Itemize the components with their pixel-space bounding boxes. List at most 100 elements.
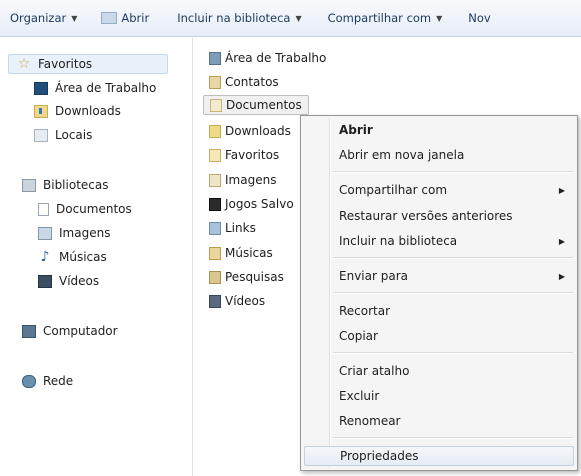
nav-item-images[interactable]: Imagens	[38, 223, 110, 243]
menu-separator	[333, 352, 573, 354]
open-label: Abrir	[121, 11, 150, 25]
nav-item-label: Vídeos	[59, 274, 100, 288]
downloads-icon	[34, 104, 48, 118]
menu-item-label: Copiar	[339, 329, 378, 343]
open-button[interactable]: Abrir	[95, 6, 155, 30]
chevron-down-icon: ▼	[295, 13, 302, 23]
menu-item-send-to[interactable]: Enviar para ▶	[339, 266, 569, 286]
list-item[interactable]: Músicas	[203, 243, 273, 263]
menu-separator	[333, 171, 573, 173]
menu-item-open-new-window[interactable]: Abrir em nova janela	[339, 145, 569, 165]
menu-separator	[333, 257, 573, 259]
menu-separator	[333, 292, 573, 294]
file-name: Downloads	[225, 124, 291, 138]
file-name: Área de Trabalho	[225, 51, 327, 65]
include-library-button[interactable]: Incluir na biblioteca ▼	[171, 6, 307, 30]
nav-network[interactable]: Rede	[22, 371, 73, 391]
chevron-down-icon: ▼	[71, 13, 78, 23]
command-bar: Organizar ▼ Abrir Incluir na biblioteca …	[0, 0, 581, 37]
new-folder-button[interactable]: Nov	[462, 6, 496, 30]
organize-label: Organizar	[10, 11, 67, 25]
list-item[interactable]: Pesquisas	[203, 267, 284, 287]
computer-icon	[22, 324, 36, 338]
menu-item-open[interactable]: Abrir	[339, 120, 569, 140]
videos-folder-icon	[209, 294, 221, 308]
music-folder-icon	[209, 246, 221, 260]
file-name: Contatos	[225, 75, 279, 89]
nav-computer-label: Computador	[43, 324, 118, 338]
nav-item-places[interactable]: Locais	[34, 125, 92, 145]
include-library-label: Incluir na biblioteca	[177, 11, 291, 25]
file-name: Imagens	[225, 173, 277, 187]
menu-item-label: Abrir em nova janela	[339, 148, 465, 162]
menu-separator	[333, 437, 573, 439]
nav-favorites[interactable]: ☆ Favoritos	[8, 54, 168, 74]
searches-folder-icon	[209, 270, 221, 284]
menu-item-label: Recortar	[339, 304, 391, 318]
libraries-icon	[22, 178, 36, 192]
nav-item-documents[interactable]: Documentos	[38, 199, 132, 219]
list-item[interactable]: Contatos	[203, 72, 279, 92]
chevron-down-icon: ▼	[436, 13, 443, 23]
menu-item-share-with[interactable]: Compartilhar com ▶	[339, 180, 569, 200]
menu-item-include-library[interactable]: Incluir na biblioteca ▶	[339, 231, 569, 251]
share-with-button[interactable]: Compartilhar com ▼	[322, 6, 449, 30]
nav-libraries[interactable]: Bibliotecas	[22, 175, 108, 195]
open-folder-icon	[101, 12, 118, 24]
list-item[interactable]: Área de Trabalho	[203, 48, 326, 68]
list-item[interactable]: Favoritos	[203, 145, 279, 165]
new-folder-label: Nov	[468, 11, 491, 25]
chevron-right-icon: ▶	[558, 185, 565, 195]
menu-item-rename[interactable]: Renomear	[339, 411, 569, 431]
links-folder-icon	[209, 221, 221, 235]
video-icon	[38, 274, 52, 288]
nav-libraries-label: Bibliotecas	[43, 178, 109, 192]
nav-item-music[interactable]: ♪ Músicas	[38, 247, 107, 267]
chevron-right-icon: ▶	[558, 271, 565, 281]
menu-item-label: Propriedades	[340, 449, 419, 463]
music-note-icon: ♪	[40, 248, 50, 265]
nav-item-label: Músicas	[59, 250, 107, 264]
star-icon: ☆	[17, 55, 31, 72]
pictures-folder-icon	[209, 173, 221, 187]
nav-item-label: Downloads	[55, 104, 121, 118]
downloads-folder-icon	[209, 124, 221, 138]
menu-item-label: Compartilhar com	[339, 183, 448, 197]
list-item-selected[interactable]: Documentos	[203, 95, 309, 115]
menu-item-cut[interactable]: Recortar	[339, 301, 569, 321]
favorites-folder-icon	[209, 148, 221, 162]
menu-item-label: Excluir	[339, 389, 380, 403]
menu-item-properties[interactable]: Propriedades	[304, 446, 574, 466]
list-item[interactable]: Imagens	[203, 170, 276, 190]
nav-network-label: Rede	[43, 374, 74, 388]
saved-games-folder-icon	[209, 197, 221, 211]
context-menu: Abrir Abrir em nova janela Compartilhar …	[300, 115, 578, 471]
organize-button[interactable]: Organizar ▼	[4, 6, 83, 30]
recent-places-icon	[34, 128, 48, 142]
pictures-icon	[38, 226, 52, 240]
list-item[interactable]: Vídeos	[203, 291, 265, 311]
file-name: Links	[225, 221, 256, 235]
nav-computer[interactable]: Computador	[22, 321, 118, 341]
nav-item-downloads[interactable]: Downloads	[34, 101, 121, 121]
nav-item-desktop[interactable]: Área de Trabalho	[34, 78, 156, 98]
menu-item-label: Restaurar versões anteriores	[339, 209, 513, 223]
list-item[interactable]: Jogos Salvo	[203, 194, 294, 214]
network-icon	[22, 374, 36, 388]
desktop-folder-icon	[209, 51, 221, 65]
navigation-pane: ☆ Favoritos Área de Trabalho Downloads L…	[0, 38, 193, 476]
menu-item-label: Enviar para	[339, 269, 408, 283]
menu-item-delete[interactable]: Excluir	[339, 386, 569, 406]
list-item[interactable]: Links	[203, 218, 256, 238]
list-item[interactable]: Downloads	[203, 121, 291, 141]
chevron-right-icon: ▶	[558, 236, 565, 246]
menu-item-copy[interactable]: Copiar	[339, 326, 569, 346]
share-with-label: Compartilhar com	[327, 11, 432, 25]
nav-item-label: Locais	[55, 128, 93, 142]
menu-item-create-shortcut[interactable]: Criar atalho	[339, 361, 569, 381]
menu-item-label: Renomear	[339, 414, 401, 428]
file-name: Músicas	[225, 246, 273, 260]
menu-item-restore-versions[interactable]: Restaurar versões anteriores	[339, 206, 569, 226]
nav-item-videos[interactable]: Vídeos	[38, 271, 99, 291]
menu-item-label: Criar atalho	[339, 364, 410, 378]
